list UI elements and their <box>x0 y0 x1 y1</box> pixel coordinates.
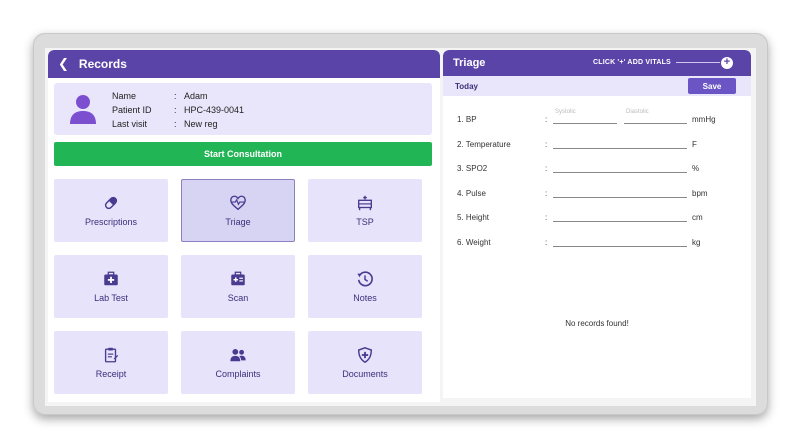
vital-row-height: 5. Height : cm <box>457 211 747 225</box>
vital-unit: bpm <box>692 189 708 198</box>
vital-unit: F <box>692 140 697 149</box>
patient-info: Name : Adam Patient ID : HPC-439-0041 La… <box>112 89 244 131</box>
diastolic-input[interactable] <box>624 123 687 124</box>
vital-row-bp: 1. BP : Systolic Diastolic mmHg <box>457 109 747 127</box>
scan-icon <box>231 271 245 286</box>
vital-unit: kg <box>692 238 701 247</box>
diastolic-placeholder: Diastolic <box>626 109 649 115</box>
tile-label: Triage <box>225 217 251 227</box>
tile-prescriptions[interactable]: Prescriptions <box>54 179 168 242</box>
colon: : <box>174 119 177 129</box>
user-avatar-icon <box>70 95 96 124</box>
vital-label: 2. Temperature <box>457 140 511 149</box>
patient-id-label: Patient ID <box>112 105 152 115</box>
colon: : <box>545 238 548 247</box>
add-vitals-plus-icon[interactable]: + <box>721 57 733 69</box>
vital-label: 4. Pulse <box>457 189 486 198</box>
tile-label: Notes <box>353 293 377 303</box>
systolic-placeholder: Systolic <box>555 109 576 115</box>
systolic-input[interactable] <box>553 123 617 124</box>
patient-card: Name : Adam Patient ID : HPC-439-0041 La… <box>54 83 432 135</box>
vital-label: 3. SPO2 <box>457 164 488 173</box>
no-records-message: No records found! <box>565 319 629 328</box>
height-input[interactable] <box>553 221 687 222</box>
tile-lab-test[interactable]: Lab Test <box>54 255 168 318</box>
heartbeat-icon <box>230 195 246 211</box>
tablet-frame: ❮ Records Name : Adam Patient ID : HPC-4… <box>33 33 768 415</box>
tile-label: TSP <box>356 217 374 227</box>
users-icon <box>230 348 246 362</box>
vital-unit: mmHg <box>692 115 716 124</box>
save-button[interactable]: Save <box>688 78 736 94</box>
spo2-input[interactable] <box>553 172 687 173</box>
pill-icon <box>104 196 118 210</box>
last-visit-value: New reg <box>184 119 218 129</box>
vital-label: 1. BP <box>457 115 477 124</box>
today-label: Today <box>455 82 478 91</box>
today-bar: Today Save <box>443 76 751 96</box>
hint-connector-line <box>676 62 720 63</box>
records-panel: ❮ Records Name : Adam Patient ID : HPC-4… <box>48 50 440 402</box>
colon: : <box>174 105 177 115</box>
tile-label: Prescriptions <box>84 217 138 227</box>
records-title: Records <box>78 57 127 71</box>
colon: : <box>545 213 548 222</box>
tile-triage[interactable]: Triage <box>181 179 295 242</box>
tile-scan[interactable]: Scan <box>181 255 295 318</box>
vital-row-temperature: 2. Temperature : F <box>457 138 747 152</box>
vital-unit: cm <box>692 213 703 222</box>
vital-unit: % <box>692 164 700 173</box>
triage-panel: Triage CLICK '+' ADD VITALS + Today Save… <box>443 50 751 398</box>
vital-row-weight: 6. Weight : kg <box>457 236 747 250</box>
tile-documents[interactable]: Documents <box>308 331 422 394</box>
tile-notes[interactable]: Notes <box>308 255 422 318</box>
receipt-icon <box>104 347 119 363</box>
colon: : <box>545 164 548 173</box>
tile-complaints[interactable]: Complaints <box>181 331 295 394</box>
add-vitals-hint: CLICK '+' ADD VITALS <box>593 59 671 66</box>
weight-input[interactable] <box>553 246 687 247</box>
name-value: Adam <box>184 91 208 101</box>
last-visit-label: Last visit <box>112 119 148 129</box>
name-label: Name <box>112 91 137 101</box>
tile-receipt[interactable]: Receipt <box>54 331 168 394</box>
medical-kit-icon <box>104 271 118 286</box>
temperature-input[interactable] <box>553 148 687 149</box>
colon: : <box>174 91 177 101</box>
colon: : <box>545 140 548 149</box>
tile-label: Lab Test <box>94 293 128 303</box>
history-icon <box>357 271 373 287</box>
back-chevron-icon[interactable]: ❮ <box>58 56 69 72</box>
vital-label: 5. Height <box>457 213 490 222</box>
patient-id-value: HPC-439-0041 <box>184 105 245 115</box>
tile-label: Scan <box>227 293 249 303</box>
tile-tsp[interactable]: TSP <box>308 179 422 242</box>
triage-header: Triage CLICK '+' ADD VITALS + <box>443 50 751 76</box>
app-screen: ❮ Records Name : Adam Patient ID : HPC-4… <box>45 48 756 406</box>
bed-icon <box>358 195 372 211</box>
shield-plus-icon <box>357 347 373 364</box>
colon: : <box>545 189 548 198</box>
tile-label: Receipt <box>95 369 127 379</box>
pulse-input[interactable] <box>553 197 687 198</box>
records-header: ❮ Records <box>48 50 440 78</box>
tile-label: Complaints <box>215 369 261 379</box>
colon: : <box>545 115 548 124</box>
vital-label: 6. Weight <box>457 238 491 247</box>
vital-row-spo2: 3. SPO2 : % <box>457 162 747 176</box>
triage-title: Triage <box>453 57 486 69</box>
vital-row-pulse: 4. Pulse : bpm <box>457 187 747 201</box>
tile-label: Documents <box>342 369 388 379</box>
start-consultation-button[interactable]: Start Consultation <box>54 142 432 166</box>
